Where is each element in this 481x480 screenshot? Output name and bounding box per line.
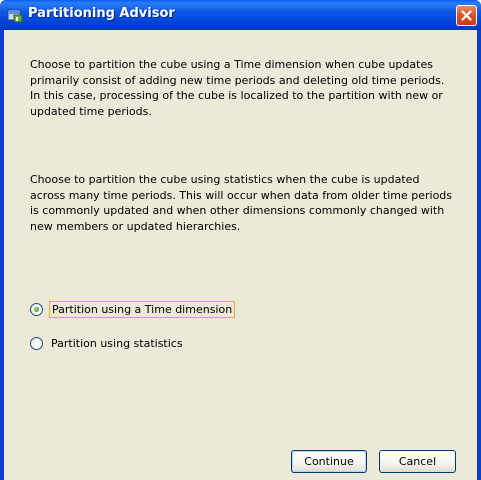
time-dimension-radio[interactable] xyxy=(30,302,43,316)
time-dimension-radio-label[interactable]: Partition using a Time dimension xyxy=(49,300,236,318)
cancel-button[interactable]: Cancel xyxy=(379,450,456,473)
title-bar[interactable]: Partitioning Advisor xyxy=(0,0,481,30)
time-dimension-description: Choose to partition the cube using a Tim… xyxy=(30,58,445,118)
statistics-radio[interactable] xyxy=(30,336,43,350)
option-statistics[interactable]: Partition using statistics xyxy=(30,333,185,353)
statistics-description: Choose to partition the cube using stati… xyxy=(30,173,453,233)
close-x-icon xyxy=(461,10,472,21)
partitioning-advisor-dialog: Partitioning Advisor Choose to partition… xyxy=(0,0,481,480)
dialog-body: Choose to partition the cube using a Tim… xyxy=(4,30,477,480)
close-button[interactable] xyxy=(456,5,477,26)
statistics-radio-label[interactable]: Partition using statistics xyxy=(49,336,185,351)
option-time-dimension[interactable]: Partition using a Time dimension xyxy=(30,299,236,319)
continue-button[interactable]: Continue xyxy=(291,450,367,473)
window-title: Partitioning Advisor xyxy=(28,6,175,21)
cube-app-icon xyxy=(7,7,23,23)
